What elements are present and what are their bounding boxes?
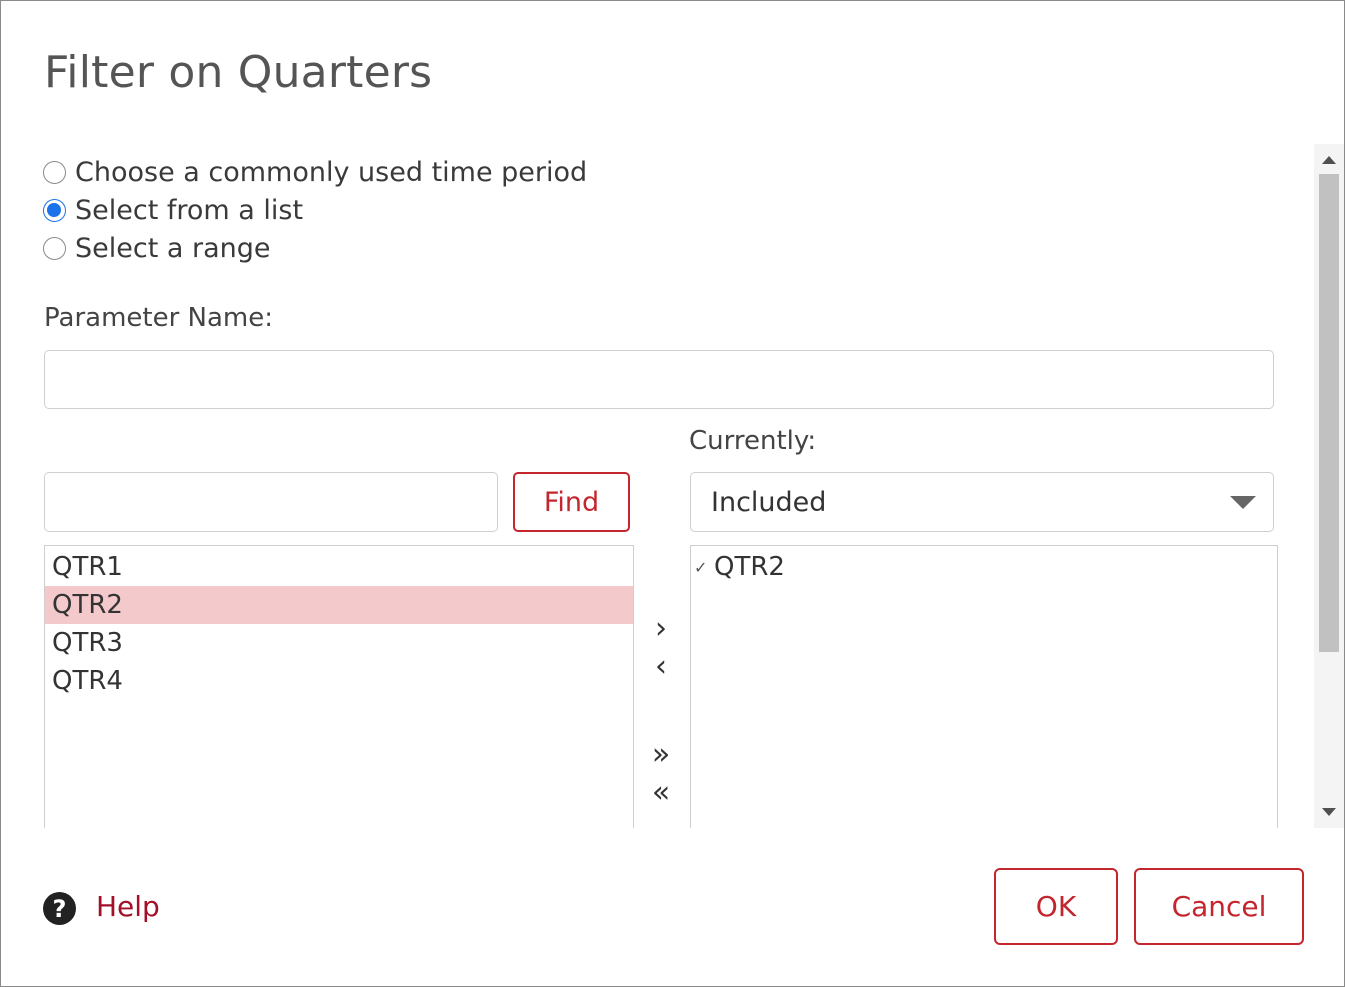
dialog-title: Filter on Quarters [44, 47, 433, 98]
radio-button[interactable] [43, 236, 66, 260]
find-button[interactable]: Find [513, 472, 630, 532]
currently-select[interactable]: Included [690, 472, 1274, 532]
add-all-button[interactable]: » [644, 737, 678, 772]
radio-option-time-period[interactable]: Choose a commonly used time period [43, 153, 587, 191]
question-circle-icon[interactable]: ? [43, 892, 76, 925]
radio-option-select-range[interactable]: Select a range [43, 229, 271, 267]
available-list[interactable]: QTR1 QTR2 QTR3 QTR4 [44, 545, 634, 828]
vertical-scrollbar[interactable] [1314, 144, 1344, 828]
currently-select-value: Included [711, 486, 827, 518]
radio-button[interactable] [43, 160, 66, 184]
scrollbar-thumb[interactable] [1319, 174, 1339, 652]
chosen-list[interactable]: ✓ QTR2 [690, 545, 1278, 828]
ok-button[interactable]: OK [994, 868, 1118, 945]
filter-dialog: Filter on Quarters Choose a commonly use… [0, 0, 1345, 987]
currently-label: Currently: [689, 426, 817, 456]
remove-selected-button[interactable]: ‹ [644, 649, 678, 684]
radio-option-select-list[interactable]: Select from a list [43, 191, 303, 229]
list-item[interactable]: ✓ QTR2 [691, 548, 1277, 586]
radio-label: Select from a list [75, 194, 304, 226]
parameter-name-input[interactable] [44, 350, 1274, 409]
help-link[interactable]: Help [96, 890, 160, 923]
list-item[interactable]: QTR1 [45, 548, 633, 586]
list-item-label: QTR2 [714, 552, 785, 582]
add-selected-button[interactable]: › [644, 611, 678, 646]
radio-label: Choose a commonly used time period [75, 156, 588, 188]
list-item[interactable]: QTR3 [45, 624, 633, 662]
radio-button[interactable] [43, 198, 66, 222]
list-item[interactable]: QTR4 [45, 662, 633, 700]
caret-down-icon [1230, 496, 1256, 509]
scroll-up-arrow-icon[interactable] [1322, 156, 1336, 164]
checkmark-icon: ✓ [694, 557, 708, 577]
list-item[interactable]: QTR2 [45, 586, 633, 624]
parameter-name-label: Parameter Name: [44, 303, 273, 333]
search-input[interactable] [44, 472, 498, 532]
cancel-button[interactable]: Cancel [1134, 868, 1304, 945]
radio-label: Select a range [75, 232, 271, 264]
remove-all-button[interactable]: « [644, 775, 678, 810]
scroll-down-arrow-icon[interactable] [1322, 808, 1336, 816]
